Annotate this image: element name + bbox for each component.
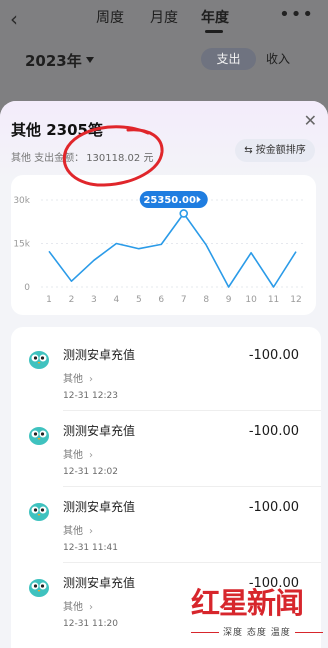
- watermark-rule-right: [295, 632, 323, 633]
- watermark-rule-left: [191, 632, 219, 633]
- watermark-logo: 红星新闻: [191, 586, 304, 620]
- red-circle-annotation: [62, 125, 164, 187]
- watermark-tagline: 深度 态度 温度: [223, 628, 291, 638]
- hongxing-news-watermark: 红星新闻 深度 态度 温度: [191, 580, 323, 644]
